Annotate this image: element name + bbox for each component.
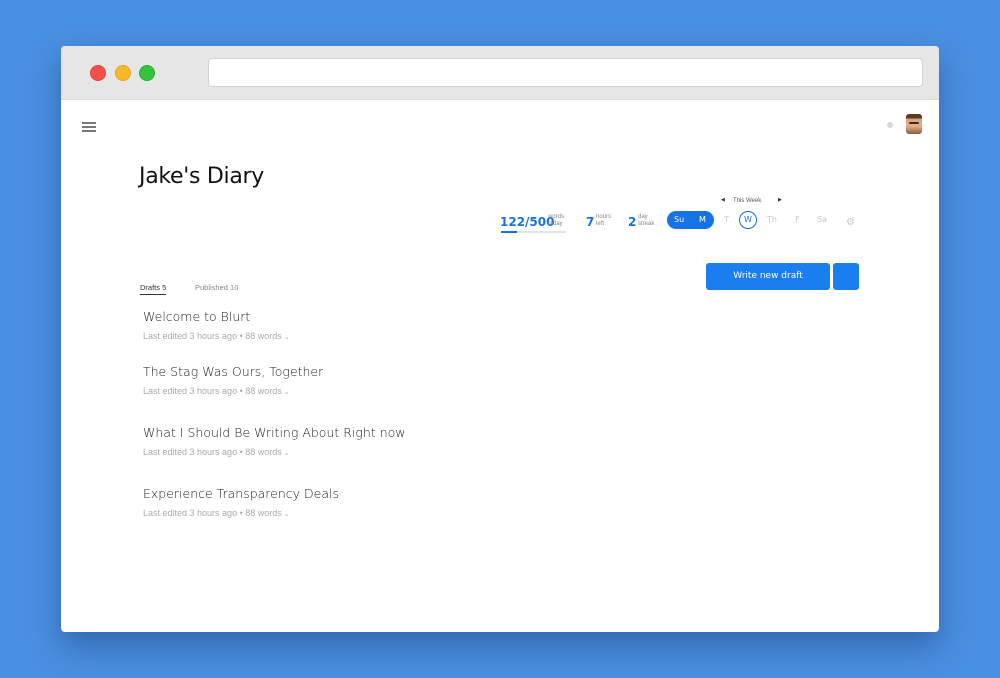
streak-value: 2 <box>628 215 637 229</box>
prev-week-icon[interactable]: ◀ <box>721 197 725 203</box>
status-indicator <box>887 122 893 128</box>
maximize-window-button[interactable] <box>139 65 155 81</box>
draft-meta: Last edited 3 hours ago • 88 words ⌄ <box>143 331 290 341</box>
hours-label-line1: hours <box>596 214 612 220</box>
close-window-button[interactable] <box>90 65 106 81</box>
draft-meta-text: Last edited 3 hours ago • 88 words <box>143 331 282 341</box>
draft-title[interactable]: Welcome to Blurt <box>143 309 290 324</box>
draft-meta: Last edited 3 hours ago • 88 words ⌄ <box>143 386 323 396</box>
page-title: Jake's Diary <box>139 164 264 189</box>
address-bar[interactable] <box>208 58 923 87</box>
day-sa[interactable]: Sa <box>817 215 827 224</box>
chevron-down-icon[interactable]: ⌄ <box>284 334 290 341</box>
chevron-down-icon[interactable]: ⌄ <box>284 389 290 396</box>
draft-item[interactable]: Welcome to Blurt Last edited 3 hours ago… <box>143 309 290 341</box>
tab-published[interactable]: Published 10 <box>195 283 238 294</box>
words-today-stat: 122/500 words today <box>500 213 564 231</box>
completed-days-pill: Su M <box>667 211 714 229</box>
browser-chrome <box>61 46 939 100</box>
words-label-line1: words <box>548 214 565 220</box>
week-label-text: This Week <box>733 198 762 204</box>
more-options-button[interactable] <box>833 263 859 290</box>
streak-label-line1: day <box>638 214 648 220</box>
draft-meta-text: Last edited 3 hours ago • 88 words <box>143 508 282 518</box>
streak-label: day streak <box>638 214 654 227</box>
day-m[interactable]: M <box>699 215 706 224</box>
day-su[interactable]: Su <box>674 215 684 224</box>
words-today-value: 122/500 <box>500 215 555 229</box>
draft-item[interactable]: What I Should Be Writing About Right now… <box>143 425 406 457</box>
words-progress-fill <box>501 231 517 233</box>
streak-label-line2: streak <box>638 220 655 227</box>
day-t[interactable]: T <box>724 215 729 224</box>
draft-item[interactable]: Experience Transparency Deals Last edite… <box>143 486 339 518</box>
minimize-window-button[interactable] <box>115 65 131 81</box>
hours-left-stat: 7 hours left <box>586 213 611 231</box>
hours-label-line2: left <box>596 220 605 227</box>
hours-left-label: hours left <box>596 214 611 227</box>
app-page: Jake's Diary 122/500 words today 7 hours… <box>61 100 939 632</box>
words-today-label: words today <box>548 214 564 227</box>
hamburger-menu-icon[interactable] <box>82 122 96 132</box>
tab-drafts[interactable]: Drafts 5 <box>140 283 167 295</box>
words-label-line2: today <box>548 220 563 227</box>
chevron-down-icon[interactable]: ⌄ <box>284 511 290 518</box>
draft-meta: Last edited 3 hours ago • 88 words ⌄ <box>143 508 339 518</box>
draft-title[interactable]: What I Should Be Writing About Right now <box>143 425 406 440</box>
day-w-today[interactable]: W <box>739 211 757 229</box>
day-f[interactable]: F <box>795 215 800 224</box>
words-progress-bar <box>501 231 566 233</box>
browser-window: Jake's Diary 122/500 words today 7 hours… <box>61 46 939 632</box>
draft-meta: Last edited 3 hours ago • 88 words ⌄ <box>143 447 406 457</box>
gear-icon[interactable]: ⚙ <box>846 217 855 228</box>
chevron-down-icon[interactable]: ⌄ <box>284 450 290 457</box>
draft-title[interactable]: Experience Transparency Deals <box>143 486 339 501</box>
draft-meta-text: Last edited 3 hours ago • 88 words <box>143 386 282 396</box>
next-week-icon[interactable]: ▶ <box>778 197 782 203</box>
avatar[interactable] <box>906 114 922 134</box>
draft-item[interactable]: The Stag Was Ours, Together Last edited … <box>143 364 323 396</box>
write-new-draft-button[interactable]: Write new draft <box>706 263 830 290</box>
draft-title[interactable]: The Stag Was Ours, Together <box>143 364 323 379</box>
draft-meta-text: Last edited 3 hours ago • 88 words <box>143 447 282 457</box>
streak-stat: 2 day streak <box>628 213 654 231</box>
hours-left-value: 7 <box>586 215 595 229</box>
day-th[interactable]: Th <box>767 215 777 224</box>
